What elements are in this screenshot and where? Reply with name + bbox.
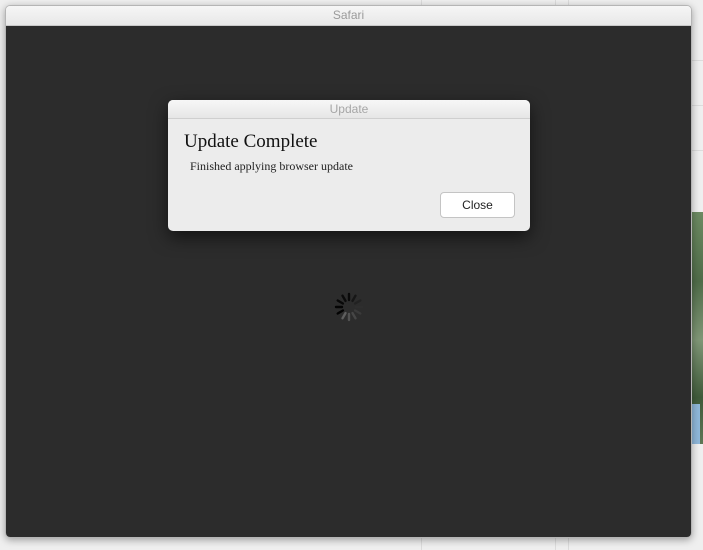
background-photo-accent: [692, 404, 700, 444]
spinner-spoke: [341, 311, 347, 320]
spinner-spoke: [336, 299, 345, 305]
loading-spinner-icon: [334, 292, 364, 322]
spinner-spoke: [351, 294, 357, 303]
spinner-spoke: [341, 294, 347, 303]
update-dialog: Update Update Complete Finished applying…: [168, 100, 530, 231]
window-title: Safari: [332, 8, 365, 22]
dialog-message: Finished applying browser update: [190, 159, 353, 173]
safari-window: Safari Update Update Complete Finished a…: [5, 5, 692, 538]
dialog-heading: Update Complete: [184, 131, 318, 152]
close-button[interactable]: Close: [440, 192, 515, 218]
spinner-spoke: [353, 299, 362, 305]
spinner-spoke: [351, 311, 357, 320]
dialog-title: Update: [329, 102, 369, 116]
window-titlebar[interactable]: Safari: [6, 6, 691, 26]
spinner-spoke: [353, 309, 362, 315]
dialog-titlebar: Update: [168, 100, 530, 119]
spinner-spoke: [336, 309, 345, 315]
browser-content-area: Update Update Complete Finished applying…: [6, 26, 691, 537]
